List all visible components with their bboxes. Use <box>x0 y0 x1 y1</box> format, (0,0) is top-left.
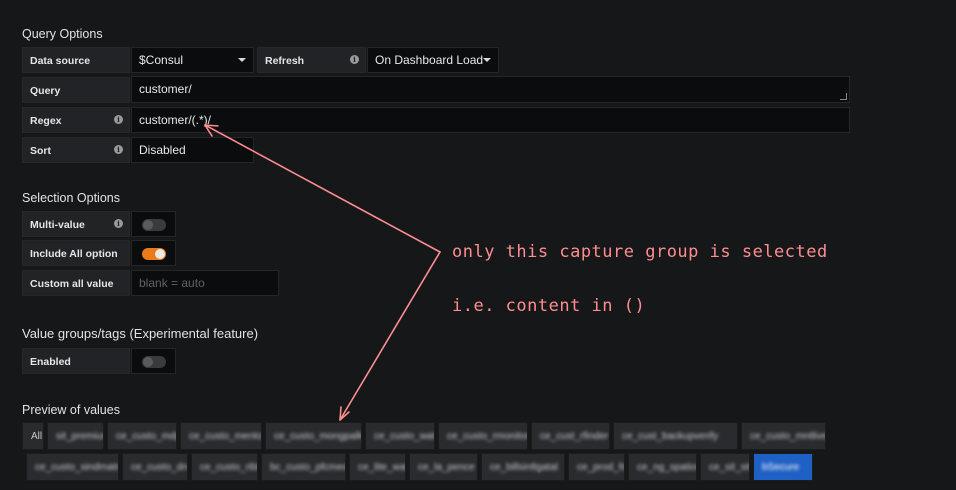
annotation-line-2: i.e. content in () <box>452 296 646 316</box>
arrow-to-regex <box>204 124 441 253</box>
arrow-to-preview <box>339 251 441 421</box>
annotation-line-1: only this capture group is selected <box>452 242 828 262</box>
